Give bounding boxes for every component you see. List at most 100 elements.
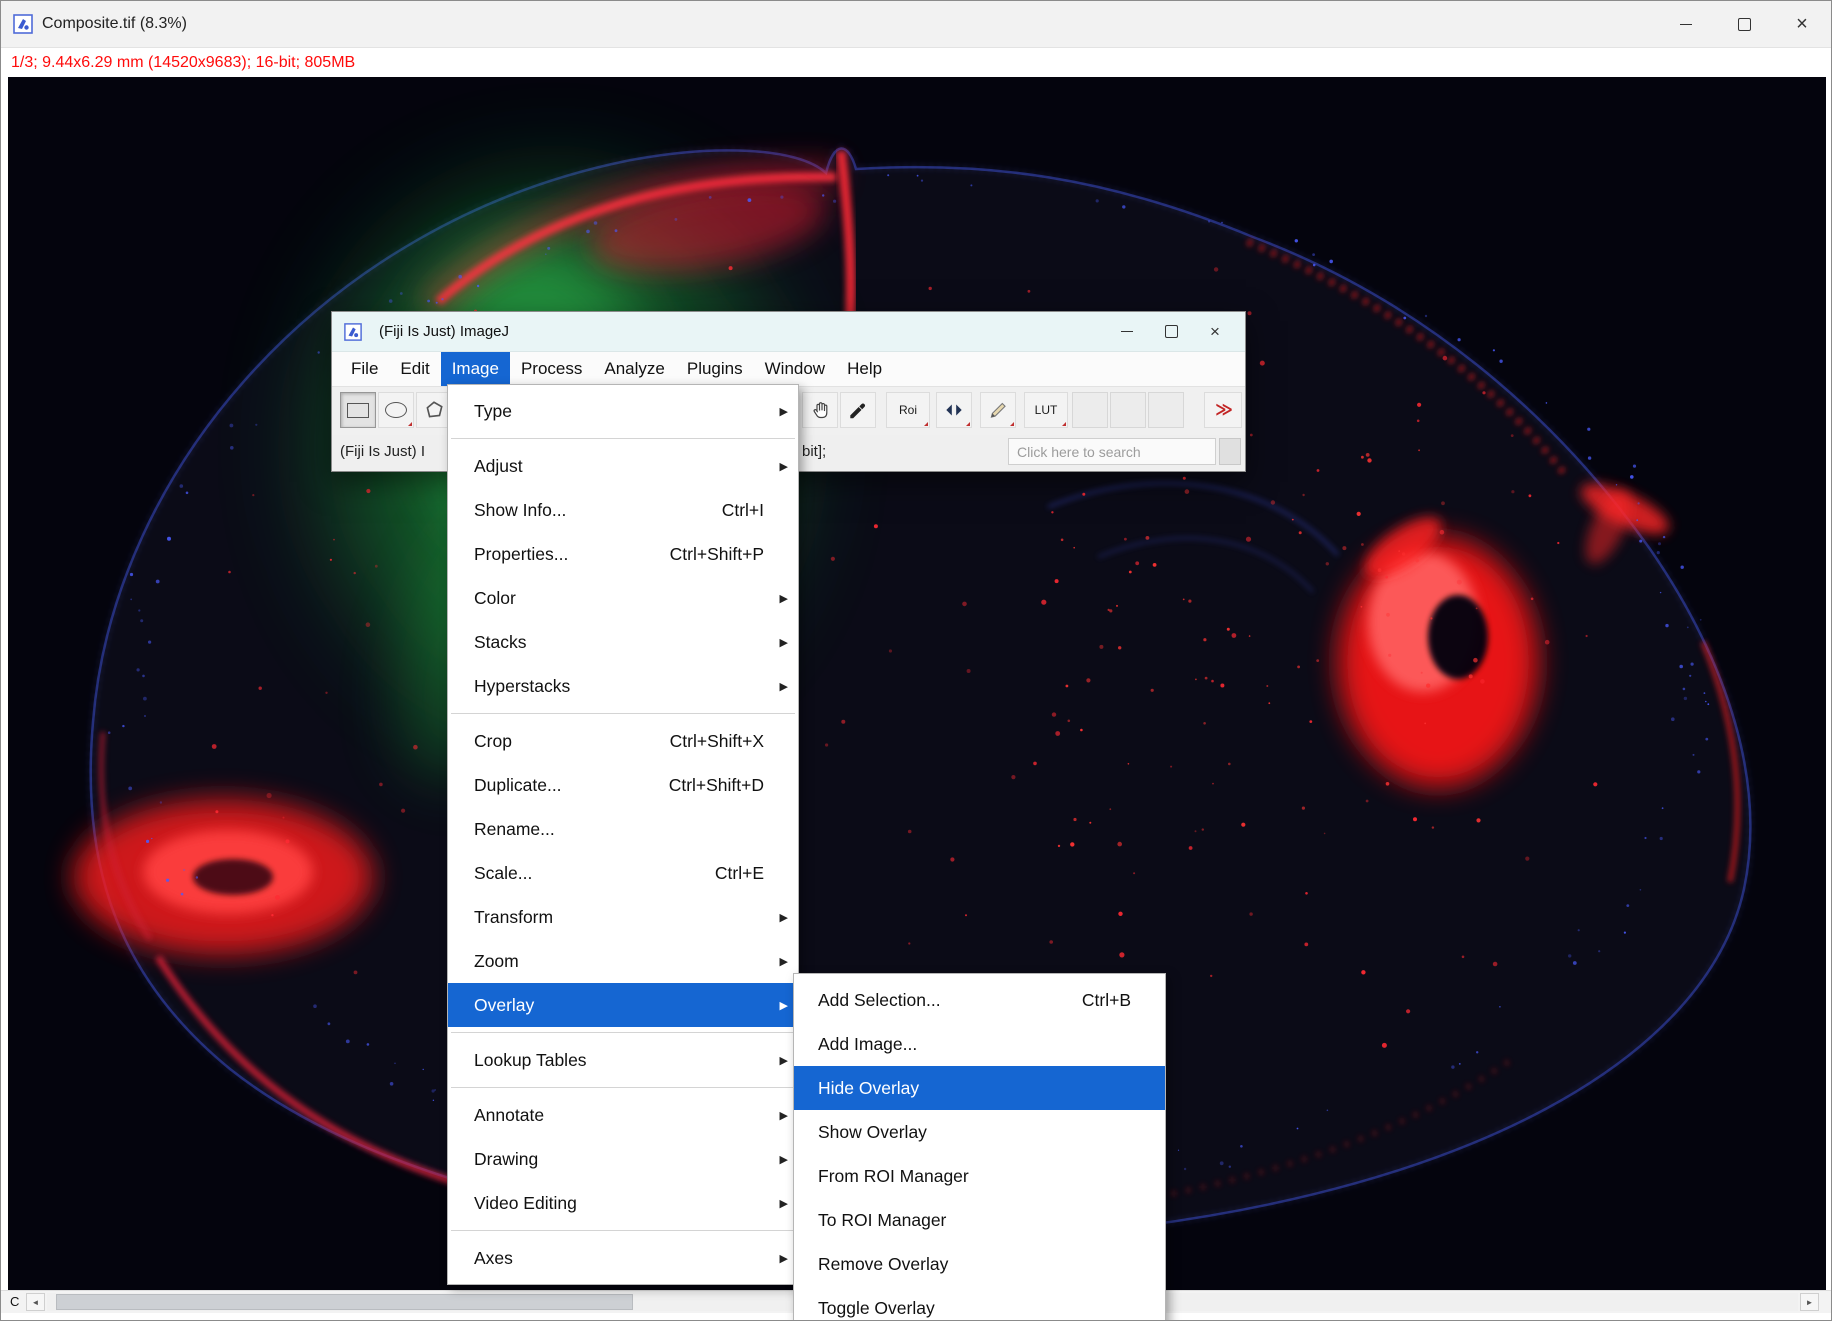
menu-item-adjust[interactable]: Adjust▶ [448, 444, 798, 488]
fiji-minimize-button[interactable] [1105, 312, 1149, 351]
tool-sync-arrows-button[interactable] [936, 392, 972, 428]
menu-item-label: From ROI Manager [818, 1166, 969, 1187]
menu-analyze[interactable]: Analyze [593, 352, 675, 386]
menu-item-stacks[interactable]: Stacks▶ [448, 620, 798, 664]
menu-item-show-overlay[interactable]: Show Overlay [794, 1110, 1165, 1154]
menu-item-scale[interactable]: Scale...Ctrl+E [448, 851, 798, 895]
submenu-arrow-icon: ▶ [774, 955, 788, 968]
submenu-arrow-icon: ▶ [774, 680, 788, 693]
menu-item-duplicate[interactable]: Duplicate...Ctrl+Shift+D [448, 763, 798, 807]
image-info-line: 1/3; 9.44x6.29 mm (14520x9683); 16-bit; … [1, 48, 1831, 77]
fiji-maximize-button[interactable] [1149, 312, 1193, 351]
menu-item-label: Axes [474, 1248, 513, 1269]
menu-item-shortcut: Ctrl+I [722, 500, 774, 521]
tool-empty-slot-3-button[interactable] [1148, 392, 1184, 428]
menu-item-video-editing[interactable]: Video Editing ▶ [448, 1181, 798, 1225]
menu-item-type[interactable]: Type ▶ [448, 389, 798, 433]
menu-item-from-roi-manager[interactable]: From ROI Manager [794, 1154, 1165, 1198]
menu-window[interactable]: Window [754, 352, 836, 386]
tool-more-tools-button[interactable]: ≫ [1204, 392, 1242, 428]
menu-item-add-image[interactable]: Add Image... [794, 1022, 1165, 1066]
menu-item-label: To ROI Manager [818, 1210, 946, 1231]
minimize-button[interactable] [1657, 1, 1715, 47]
menu-item-label: Video Editing [474, 1193, 577, 1214]
menu-item-label: Add Selection... [818, 990, 941, 1011]
menu-item-crop[interactable]: CropCtrl+Shift+X [448, 719, 798, 763]
submenu-arrow-icon: ▶ [774, 1252, 788, 1265]
imagej-app-icon [13, 14, 33, 34]
status-text-right: bit]; [802, 443, 826, 460]
menu-item-label: Toggle Overlay [818, 1298, 935, 1319]
submenu-arrow-icon: ▶ [774, 592, 788, 605]
scrollbar-thumb[interactable] [56, 1294, 633, 1310]
menu-item-shortcut: Ctrl+Shift+D [669, 775, 774, 796]
menu-item-label: Scale... [474, 863, 532, 884]
menu-item-lookup-tables[interactable]: Lookup Tables▶ [448, 1038, 798, 1082]
submenu-arrow-icon: ▶ [774, 1054, 788, 1067]
tool-empty-slot-1-button[interactable] [1072, 392, 1108, 428]
menu-separator [451, 1087, 795, 1088]
tool-rectangle-button[interactable] [340, 392, 376, 428]
menu-item-label: Zoom [474, 951, 519, 972]
menu-item-toggle-overlay[interactable]: Toggle Overlay [794, 1286, 1165, 1321]
main-window-titlebar[interactable]: Composite.tif (8.3%) × [1, 1, 1831, 48]
menu-item-shortcut: Ctrl+Shift+P [670, 544, 774, 565]
menu-item-rename[interactable]: Rename... [448, 807, 798, 851]
submenu-arrow-icon: ▶ [774, 405, 788, 418]
close-button[interactable]: × [1773, 1, 1831, 47]
menu-item-zoom[interactable]: Zoom ▶ [448, 939, 798, 983]
tool-menu-arrow-icon [1010, 422, 1014, 426]
fiji-menubar: FileEditImageProcessAnalyzePluginsWindow… [332, 352, 1245, 386]
menu-help[interactable]: Help [836, 352, 893, 386]
menu-plugins[interactable]: Plugins [676, 352, 754, 386]
menu-item-hide-overlay[interactable]: Hide Overlay [794, 1066, 1165, 1110]
menu-item-properties[interactable]: Properties... Ctrl+Shift+P [448, 532, 798, 576]
menu-item-overlay[interactable]: Overlay▶ [448, 983, 798, 1027]
menu-file[interactable]: File [340, 352, 389, 386]
main-window-controls: × [1657, 1, 1831, 47]
tool-roi-button[interactable]: Roi [886, 392, 930, 428]
image-menu-dropdown: Type ▶ Adjust▶ Show Info... Ctrl+I Properties… [447, 384, 799, 1285]
menu-item-drawing[interactable]: Drawing▶ [448, 1137, 798, 1181]
tool-hand-button[interactable] [802, 392, 838, 428]
menu-item-add-selection[interactable]: Add Selection...Ctrl+B [794, 978, 1165, 1022]
menu-item-label: Show Info... [474, 500, 566, 521]
fiji-titlebar[interactable]: (Fiji Is Just) ImageJ × [332, 312, 1245, 352]
maximize-button[interactable] [1715, 1, 1773, 47]
menu-item-label: Type [474, 401, 512, 422]
menu-item-remove-overlay[interactable]: Remove Overlay [794, 1242, 1165, 1286]
tool-color-picker-button[interactable] [840, 392, 876, 428]
menu-item-label: Annotate [474, 1105, 544, 1126]
maximize-icon [1165, 325, 1178, 338]
submenu-arrow-icon: ▶ [774, 1153, 788, 1166]
channel-label: C [10, 1294, 19, 1309]
tool-empty-slot-2-button[interactable] [1110, 392, 1146, 428]
menu-edit[interactable]: Edit [389, 352, 440, 386]
scroll-right-button[interactable]: ► [1800, 1293, 1819, 1311]
menu-item-color[interactable]: Color ▶ [448, 576, 798, 620]
submenu-arrow-icon: ▶ [774, 1197, 788, 1210]
tool-pencil-button[interactable] [980, 392, 1016, 428]
tool-lut-button[interactable]: LUT [1024, 392, 1068, 428]
fiji-close-button[interactable]: × [1193, 312, 1237, 351]
menu-item-label: Color [474, 588, 516, 609]
menu-item-label: Properties... [474, 544, 568, 565]
menu-item-label: Crop [474, 731, 512, 752]
menu-item-annotate[interactable]: Annotate▶ [448, 1093, 798, 1137]
menu-image[interactable]: Image [441, 352, 510, 386]
submenu-arrow-icon: ▶ [774, 999, 788, 1012]
menu-item-transform[interactable]: Transform▶ [448, 895, 798, 939]
overlay-submenu: Add Selection...Ctrl+BAdd Image...Hide O… [793, 973, 1166, 1321]
menu-item-hyperstacks[interactable]: Hyperstacks▶ [448, 664, 798, 708]
search-input[interactable] [1008, 438, 1216, 465]
menu-item-to-roi-manager[interactable]: To ROI Manager [794, 1198, 1165, 1242]
menu-item-axes[interactable]: Axes ▶ [448, 1236, 798, 1280]
menu-item-show-info[interactable]: Show Info... Ctrl+I [448, 488, 798, 532]
scroll-left-button[interactable]: ◄ [26, 1293, 45, 1311]
menu-process[interactable]: Process [510, 352, 593, 386]
tool-oval-button[interactable] [378, 392, 414, 428]
menu-separator [451, 713, 795, 714]
fiji-app-icon [344, 323, 362, 341]
menu-item-label: Rename... [474, 819, 555, 840]
fiji-window-controls: × [1105, 312, 1237, 351]
